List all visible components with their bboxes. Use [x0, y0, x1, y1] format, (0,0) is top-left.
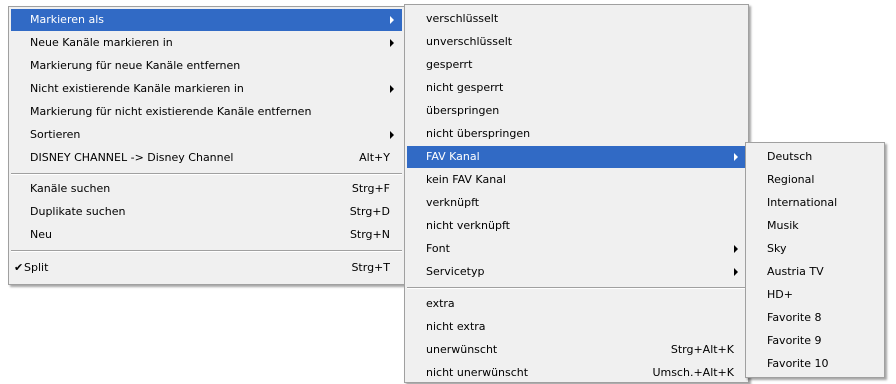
- menu-item-sortieren[interactable]: Sortieren: [11, 124, 402, 146]
- menu-item-label: Austria TV: [767, 265, 824, 278]
- menu-item-regional[interactable]: Regional: [748, 169, 882, 191]
- menu-item-markierung-neue-entfernen[interactable]: Markierung für neue Kanäle entfernen: [11, 55, 402, 77]
- menu-item-split[interactable]: ✔ Split Strg+T: [11, 257, 402, 279]
- menu-item-label: Markierung für nicht existierende Kanäle…: [30, 105, 312, 118]
- menu-item-label: Kanäle suchen: [30, 182, 111, 195]
- menu-item-markierung-nicht-existierende-entfernen[interactable]: Markierung für nicht existierende Kanäle…: [11, 101, 402, 123]
- menu-item-fav-kanal[interactable]: FAV Kanal: [407, 146, 746, 168]
- menu-item-international[interactable]: International: [748, 192, 882, 214]
- menu-item-hd-plus[interactable]: HD+: [748, 284, 882, 306]
- menu-item-label: nicht überspringen: [426, 127, 531, 140]
- menu-item-label: International: [767, 196, 838, 209]
- menu-item-label: Split: [24, 261, 49, 274]
- menu-item-label: gesperrt: [426, 58, 473, 71]
- menu-item-unverschluesselt[interactable]: unverschlüsselt: [407, 31, 746, 53]
- submenu-arrow-icon: [390, 16, 394, 24]
- menu-item-servicetyp[interactable]: Servicetyp: [407, 261, 746, 283]
- menu-item-favorite-8[interactable]: Favorite 8: [748, 307, 882, 329]
- menu-item-shortcut: Strg+F: [351, 182, 390, 195]
- menu-item-label: unverschlüsselt: [426, 35, 513, 48]
- check-icon: ✔: [14, 261, 24, 274]
- menu-item-label: Font: [426, 242, 450, 255]
- menu-item-label: nicht extra: [426, 320, 486, 333]
- menu-item-label: Markierung für neue Kanäle entfernen: [30, 59, 241, 72]
- menu-item-label: verschlüsselt: [426, 12, 499, 25]
- menu-item-label: extra: [426, 297, 455, 310]
- menu-item-label: nicht unerwünscht: [426, 366, 529, 379]
- menu-item-musik[interactable]: Musik: [748, 215, 882, 237]
- menu-item-label: Neue Kanäle markieren in: [30, 36, 173, 49]
- menu-item-label: Favorite 8: [767, 311, 822, 324]
- menu-item-ueberspringen[interactable]: überspringen: [407, 100, 746, 122]
- menu-item-favorite-9[interactable]: Favorite 9: [748, 330, 882, 352]
- fav-kanal-submenu: Deutsch Regional International Musik Sky…: [745, 142, 885, 378]
- menu-item-favorite-10[interactable]: Favorite 10: [748, 353, 882, 375]
- menu-item-nicht-existierende-markieren[interactable]: Nicht existierende Kanäle markieren in: [11, 78, 402, 100]
- menu-item-label: Favorite 10: [767, 357, 829, 370]
- menu-item-label: Deutsch: [767, 150, 813, 163]
- menu-item-label: Nicht existierende Kanäle markieren in: [30, 82, 244, 95]
- submenu-arrow-icon: [734, 268, 738, 276]
- menu-item-disney-rename[interactable]: DISNEY CHANNEL -> Disney Channel Alt+Y: [11, 147, 402, 169]
- markieren-als-submenu: verschlüsselt unverschlüsselt gesperrt n…: [404, 4, 749, 383]
- menu-item-neue-kanaele-markieren[interactable]: Neue Kanäle markieren in: [11, 32, 402, 54]
- submenu-arrow-icon: [734, 153, 738, 161]
- menu-item-shortcut: Alt+Y: [359, 151, 390, 164]
- submenu-arrow-icon: [390, 39, 394, 47]
- menu-item-label: DISNEY CHANNEL -> Disney Channel: [30, 151, 234, 164]
- menu-item-neu[interactable]: Neu Strg+N: [11, 224, 402, 246]
- menu-item-nicht-extra[interactable]: nicht extra: [407, 316, 746, 338]
- menu-item-label: überspringen: [426, 104, 500, 117]
- menu-item-austria-tv[interactable]: Austria TV: [748, 261, 882, 283]
- menu-item-label: Sky: [767, 242, 787, 255]
- menu-item-label: Duplikate suchen: [30, 205, 126, 218]
- menu-item-label: HD+: [767, 288, 793, 301]
- menu-item-kanaele-suchen[interactable]: Kanäle suchen Strg+F: [11, 178, 402, 200]
- submenu-arrow-icon: [390, 131, 394, 139]
- menu-item-label: Servicetyp: [426, 265, 485, 278]
- menu-item-label: FAV Kanal: [426, 150, 480, 163]
- menu-item-shortcut: Strg+D: [349, 205, 390, 218]
- menu-item-verknuepft[interactable]: verknüpft: [407, 192, 746, 214]
- menu-item-verschluesselt[interactable]: verschlüsselt: [407, 8, 746, 30]
- menu-item-shortcut: Strg+Alt+K: [670, 343, 734, 356]
- menu-item-duplikate-suchen[interactable]: Duplikate suchen Strg+D: [11, 201, 402, 223]
- menu-separator: [11, 250, 402, 252]
- menu-item-label: Musik: [767, 219, 799, 232]
- menu-separator: [407, 287, 746, 289]
- submenu-arrow-icon: [390, 85, 394, 93]
- menu-item-nicht-unerwuenscht[interactable]: nicht unerwünscht Umsch.+Alt+K: [407, 362, 746, 384]
- menu-item-font[interactable]: Font: [407, 238, 746, 260]
- menu-item-label: verknüpft: [426, 196, 480, 209]
- menu-item-label: nicht verknüpft: [426, 219, 510, 232]
- context-menu: Markieren als Neue Kanäle markieren in M…: [8, 6, 405, 285]
- menu-item-extra[interactable]: extra: [407, 293, 746, 315]
- menu-item-label: Favorite 9: [767, 334, 822, 347]
- submenu-arrow-icon: [734, 245, 738, 253]
- menu-item-shortcut: Umsch.+Alt+K: [652, 366, 734, 379]
- menu-item-gesperrt[interactable]: gesperrt: [407, 54, 746, 76]
- menu-item-label: unerwünscht: [426, 343, 498, 356]
- menu-item-label: Regional: [767, 173, 815, 186]
- menu-item-nicht-verknuepft[interactable]: nicht verknüpft: [407, 215, 746, 237]
- menu-item-unerwuenscht[interactable]: unerwünscht Strg+Alt+K: [407, 339, 746, 361]
- menu-item-deutsch[interactable]: Deutsch: [748, 146, 882, 168]
- menu-item-markieren-als[interactable]: Markieren als: [11, 9, 402, 31]
- menu-item-label: nicht gesperrt: [426, 81, 504, 94]
- menu-item-label: Neu: [30, 228, 52, 241]
- menu-separator: [11, 173, 402, 175]
- menu-item-label: Markieren als: [30, 13, 104, 26]
- menu-item-kein-fav-kanal[interactable]: kein FAV Kanal: [407, 169, 746, 191]
- menu-item-sky[interactable]: Sky: [748, 238, 882, 260]
- menu-item-shortcut: Strg+T: [351, 261, 390, 274]
- menu-item-label: kein FAV Kanal: [426, 173, 506, 186]
- menu-item-shortcut: Strg+N: [349, 228, 390, 241]
- menu-item-nicht-gesperrt[interactable]: nicht gesperrt: [407, 77, 746, 99]
- menu-item-nicht-ueberspringen[interactable]: nicht überspringen: [407, 123, 746, 145]
- menu-item-label: Sortieren: [30, 128, 81, 141]
